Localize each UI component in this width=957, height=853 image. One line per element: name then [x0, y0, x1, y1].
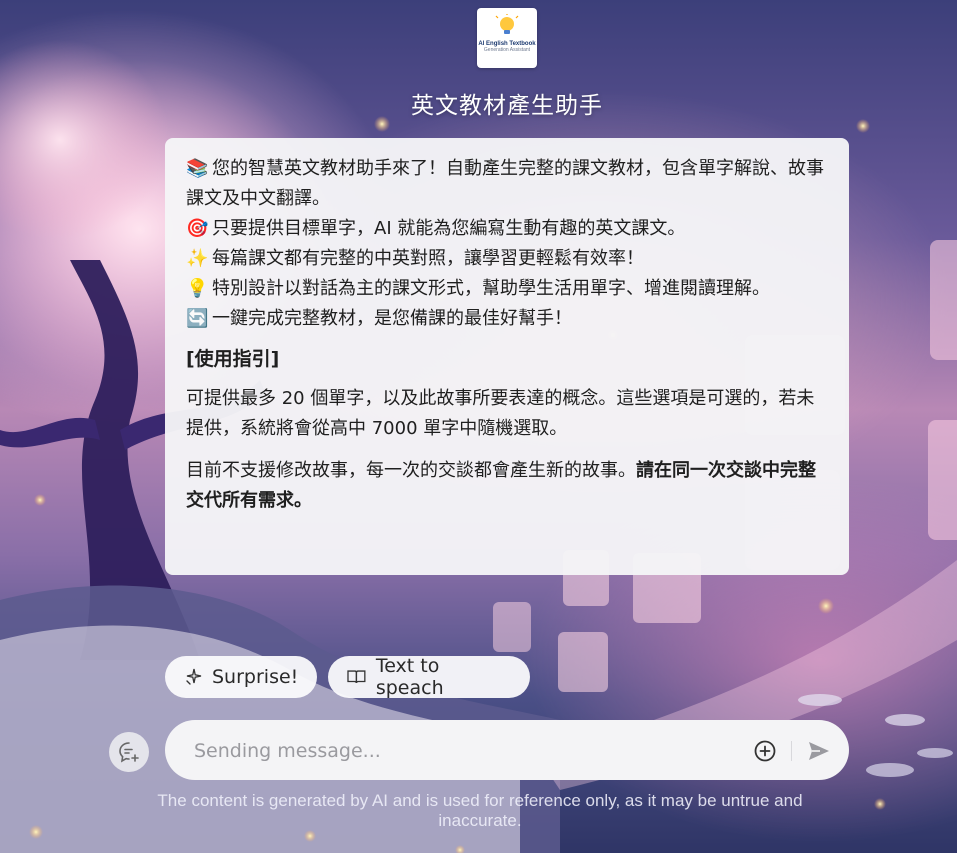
logo-text-line2: Generation Assistant — [483, 47, 531, 53]
new-chat-button[interactable] — [109, 732, 149, 772]
lightbulb-emoji-icon: 💡 — [186, 278, 209, 299]
plus-circle-icon[interactable] — [753, 739, 777, 763]
usage-guide-heading: [使用指引] — [186, 348, 280, 370]
message-line-text: 每篇課文都有完整的中英對照，讓學習更輕鬆有效率！ — [212, 248, 644, 269]
surprise-button[interactable]: Surprise! — [165, 656, 317, 698]
sparkles-emoji-icon: ✨ — [186, 248, 209, 269]
composer-divider — [791, 741, 792, 761]
message-line: 💡 特別設計以對話為主的課文形式，幫助學生活用單字、增進閱讀理解。 — [186, 274, 827, 304]
paragraph-2-text: 目前不支援修改故事，每一次的交談都會產生新的故事。 — [186, 460, 636, 481]
message-line: 🔄 一鍵完成完整教材，是您備課的最佳好幫手！ — [186, 304, 827, 334]
message-line: ✨ 每篇課文都有完整的中英對照，讓學習更輕鬆有效率！ — [186, 244, 827, 274]
books-emoji-icon: 📚 — [186, 158, 209, 179]
app-title: 英文教材產生助手 — [411, 93, 603, 119]
lightbulb-logo-icon — [495, 14, 519, 34]
target-emoji-icon: 🎯 — [186, 218, 209, 239]
welcome-message-card: 📚 您的智慧英文教材助手來了！自動產生完整的課文教材，包含單字解說、故事課文及中文… — [165, 138, 849, 575]
text-to-speech-button[interactable]: Text to speach — [328, 655, 530, 699]
message-line: 📚 您的智慧英文教材助手來了！自動產生完整的課文教材，包含單字解說、故事課文及中文… — [186, 154, 827, 214]
refresh-emoji-icon: 🔄 — [186, 308, 209, 329]
book-open-icon — [347, 670, 366, 684]
message-line-text: 您的智慧英文教材助手來了！自動產生完整的課文教材，包含單字解說、故事課文及中文翻… — [186, 158, 824, 209]
message-input[interactable] — [192, 733, 736, 769]
message-line-text: 一鍵完成完整教材，是您備課的最佳好幫手！ — [212, 308, 572, 329]
text-to-speech-label: Text to speach — [375, 655, 444, 699]
new-chat-icon — [119, 742, 139, 763]
surprise-label: Surprise! — [212, 666, 299, 688]
message-line: 🎯 只要提供目標單字，AI 就能為您編寫生動有趣的英文課文。 — [186, 214, 827, 244]
message-composer — [165, 720, 849, 780]
ai-disclaimer: The content is generated by AI and is us… — [157, 791, 803, 830]
sparkle-icon — [186, 668, 202, 685]
usage-guide-paragraph-1: 可提供最多 20 個單字，以及此故事所要表達的概念。這些選項是可選的，若未提供，… — [186, 388, 815, 439]
message-line-text: 特別設計以對話為主的課文形式，幫助學生活用單字、增進閱讀理解。 — [212, 278, 770, 299]
message-line-text: 只要提供目標單字，AI 就能為您編寫生動有趣的英文課文。 — [212, 218, 686, 239]
usage-guide-paragraph-2: 目前不支援修改故事，每一次的交談都會產生新的故事。請在同一次交談中完整交代所有需… — [186, 456, 827, 516]
app-logo: AI English Textbook Generation Assistant — [477, 8, 537, 68]
send-icon[interactable] — [806, 738, 832, 764]
